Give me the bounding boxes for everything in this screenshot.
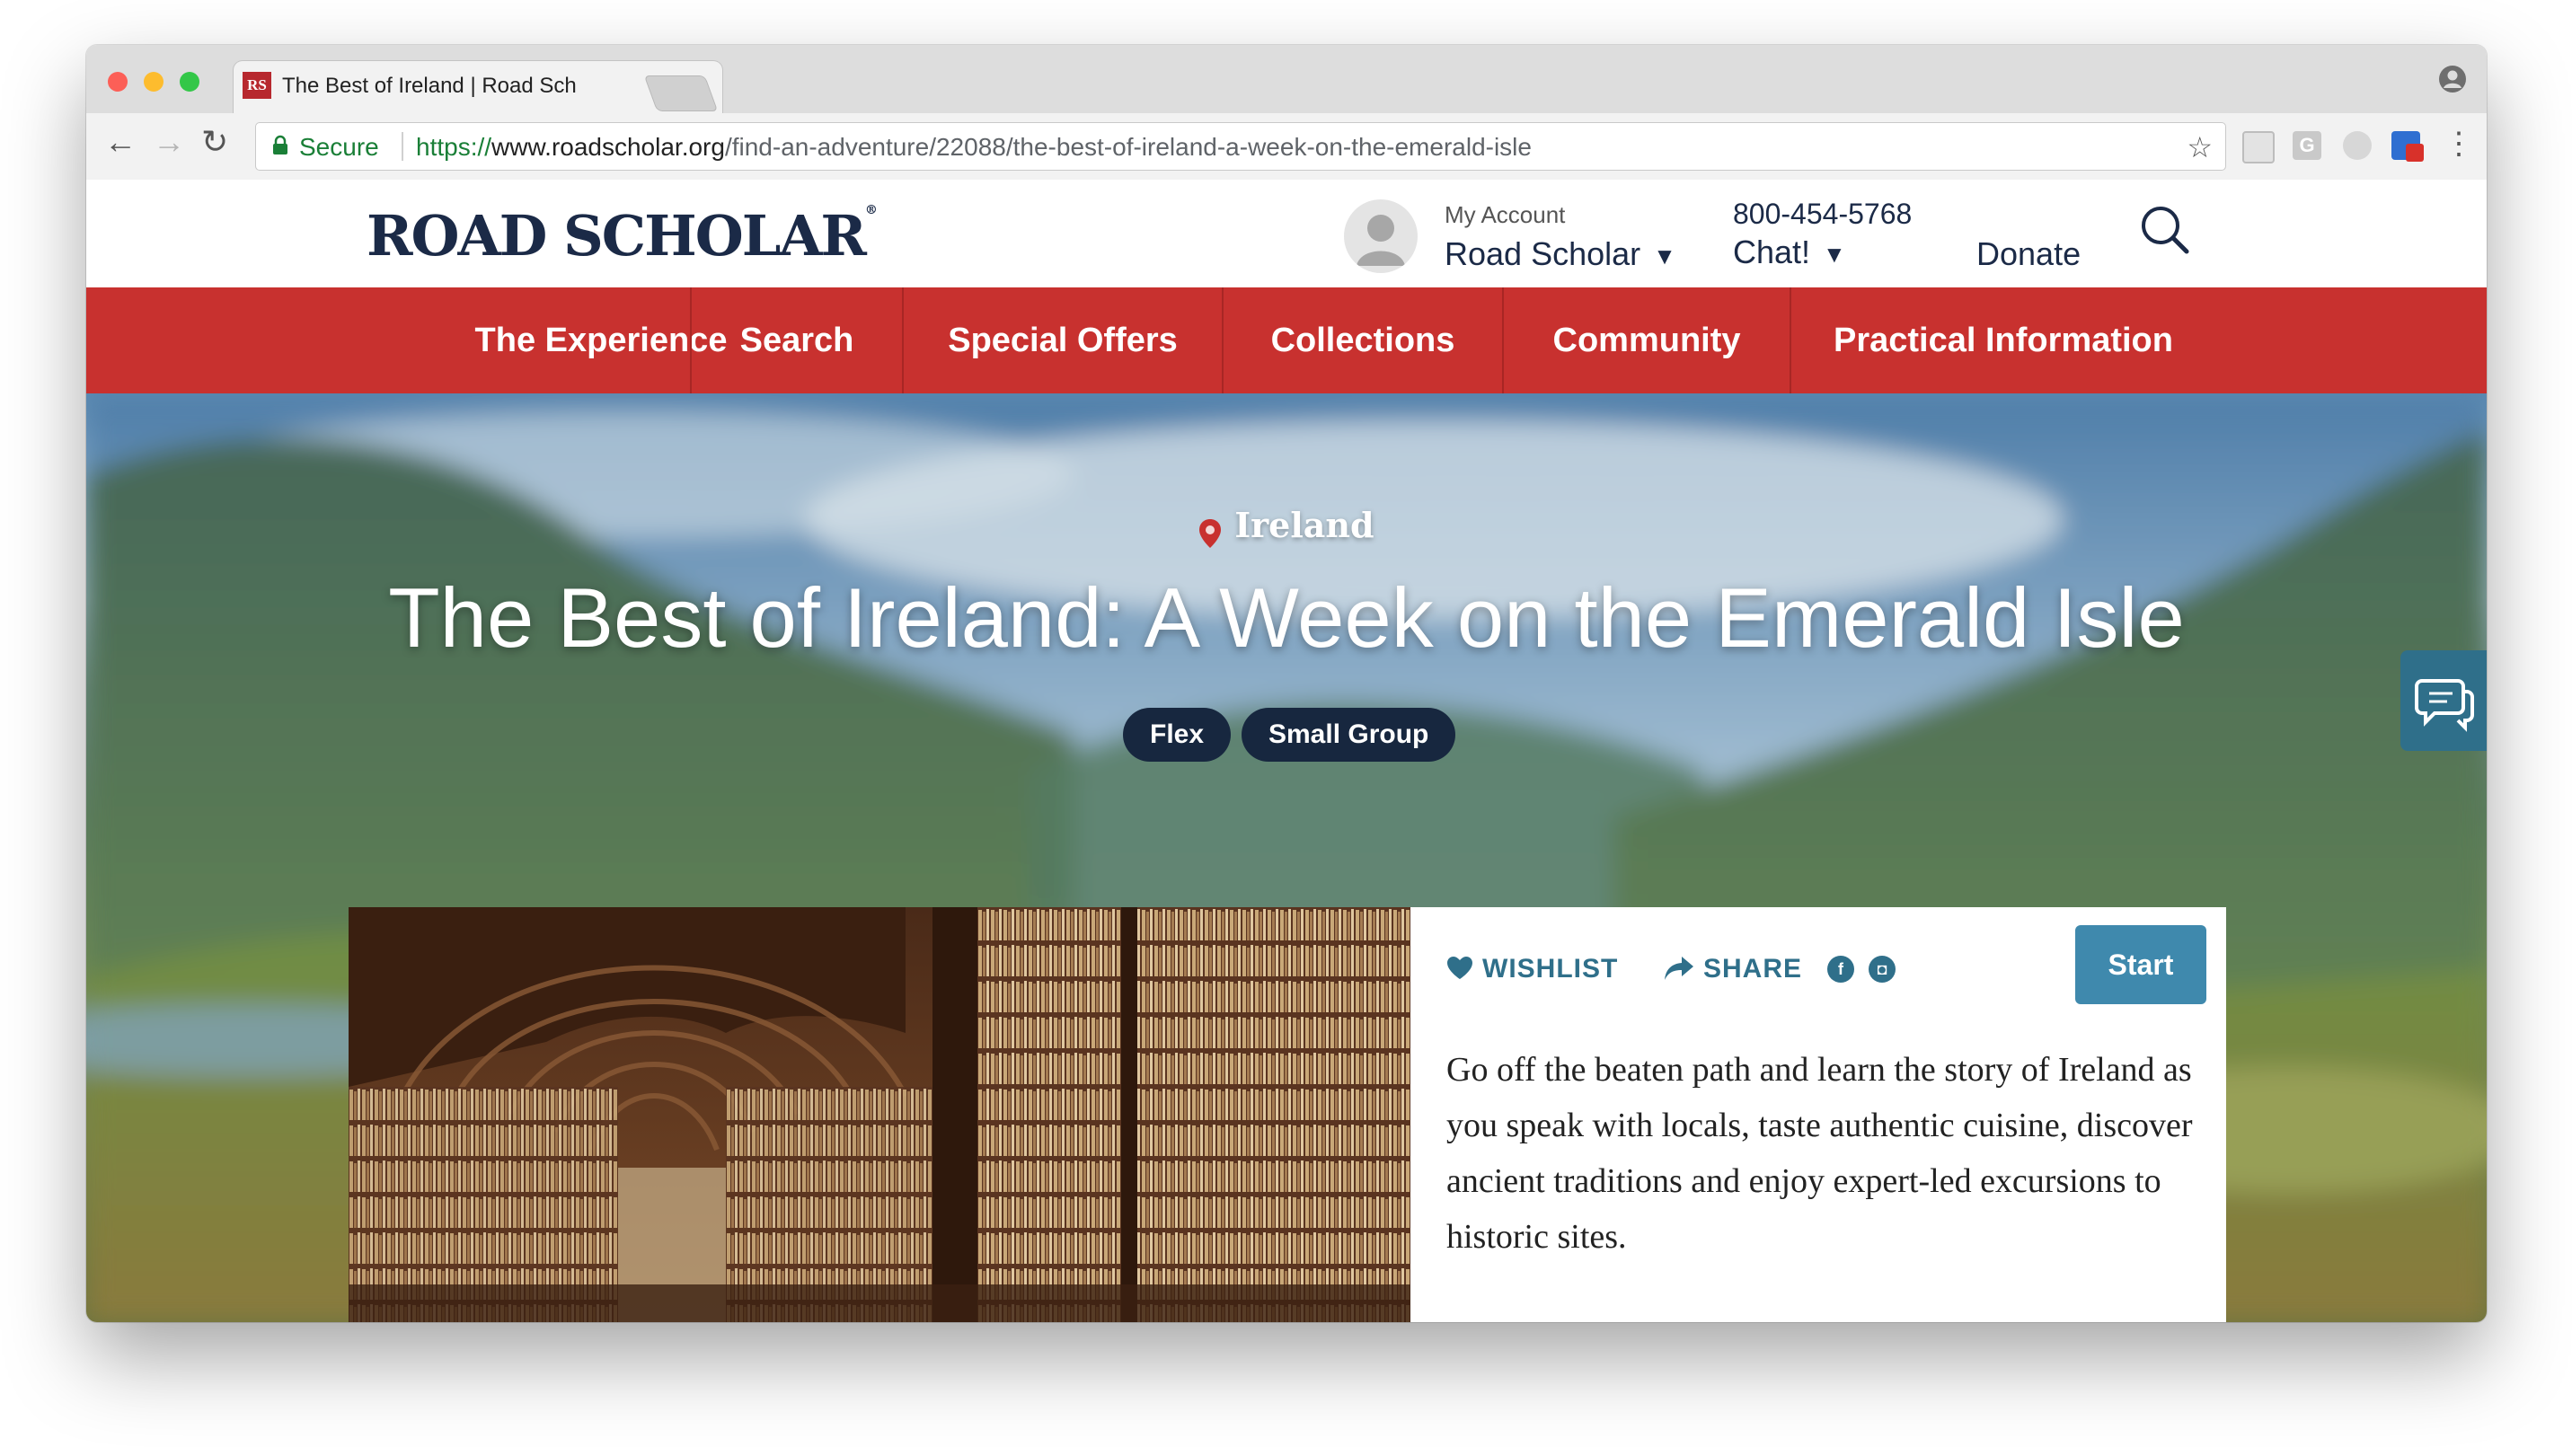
new-tab-button[interactable] [643,75,719,111]
chat-label: Chat! [1733,234,1811,270]
url-scheme: https:// [416,133,492,161]
instagram-icon[interactable]: ◘ [1869,956,1896,983]
my-account-label: My Account [1445,201,1566,228]
heart-icon [1447,957,1472,979]
share-button[interactable]: SHARE [1664,954,1802,984]
share-label: SHARE [1703,954,1803,984]
location-line: Ireland [86,505,2487,549]
browser-window: RS The Best of Ireland | Road Sch × ← → … [86,45,2487,1322]
back-button[interactable]: ← [104,124,137,160]
avatar-silhouette-icon [1357,215,1405,266]
url-host: www.roadscholar.org [491,133,725,161]
share-arrow-icon [1665,957,1693,980]
nav-item-community[interactable]: Community [1504,287,1790,393]
library-photo [349,907,1410,1322]
reload-button[interactable]: ↻ [201,124,228,160]
favicon-icon: RS [243,72,271,99]
profile-icon[interactable] [2438,65,2467,93]
chevron-down-icon: ▼ [1823,240,1846,268]
tag-small-group[interactable]: Small Group [1242,708,1456,762]
search-icon[interactable] [2138,203,2192,257]
phone-number[interactable]: 800-454-5768 [1733,198,1912,231]
logo-text: ROAD SCHOLAR [367,203,867,269]
trip-feature-card: WISHLIST SHARE f ◘ Start Go off the beat… [349,907,2226,1322]
logo-registered-mark: ® [864,203,878,217]
account-name: Road Scholar [1445,235,1641,272]
lock-icon [273,135,287,154]
tab-title: The Best of Ireland | Road Sch [282,74,577,98]
chat-dropdown[interactable]: Chat! ▼ [1733,234,1846,271]
start-button[interactable]: Start [2075,925,2206,1004]
long-room-library-image [349,907,1410,1322]
trip-info-panel: WISHLIST SHARE f ◘ Start Go off the beat… [1410,907,2226,1322]
nav-item-search[interactable]: Search [692,287,902,393]
grammarly-extension-icon[interactable]: G [2293,131,2321,160]
user-avatar-icon[interactable] [1344,199,1418,273]
browser-toolbar: ← → ↻ Secure https://www.roadscholar.org… [86,113,2487,181]
print-extension-icon[interactable] [2242,131,2275,163]
chat-bubbles-icon [2415,679,2474,732]
main-nav: The Experience Search Special Offers Col… [86,287,2487,393]
account-dropdown[interactable]: Road Scholar ▼ [1445,235,1676,273]
wishlist-button[interactable]: WISHLIST [1446,954,1618,984]
forward-button[interactable]: → [153,124,185,160]
url-text[interactable]: https://www.roadscholar.org/find-an-adve… [416,133,1532,162]
tab-strip: RS The Best of Ireland | Road Sch × [86,45,2487,113]
minimize-window-button[interactable] [144,72,164,92]
chat-widget-button[interactable] [2400,650,2487,751]
close-window-button[interactable] [108,72,128,92]
nav-item-collections[interactable]: Collections [1224,287,1502,393]
road-scholar-logo[interactable]: ROAD SCHOLAR® [367,203,878,269]
bookmark-star-icon[interactable]: ☆ [2187,130,2213,164]
secure-label: Secure [299,133,379,161]
blocker-badge-icon [2406,144,2424,162]
address-bar[interactable]: Secure https://www.roadscholar.org/find-… [255,122,2226,171]
location-name[interactable]: Ireland [1234,505,1374,545]
site-header: ROAD SCHOLAR® My Account Road Scholar ▼ 8… [86,180,2487,287]
hero-banner: Ireland The Best of Ireland: A Week on t… [86,393,2487,1322]
browser-menu-icon[interactable]: ⋮ [2444,126,2474,162]
url-path: /find-an-adventure/22088/the-best-of-ire… [724,133,1532,161]
chevron-down-icon: ▼ [1653,242,1676,269]
nav-item-practical-information[interactable]: Practical Information [1791,287,2215,393]
nav-item-special-offers[interactable]: Special Offers [904,287,1222,393]
location-pin-icon [1199,518,1222,548]
donate-link[interactable]: Donate [1976,235,2081,273]
url-separator [402,132,403,161]
page-title: The Best of Ireland: A Week on the Emera… [388,570,2185,665]
tag-flex[interactable]: Flex [1123,708,1232,762]
facebook-icon[interactable]: f [1827,956,1854,983]
circle-extension-icon[interactable] [2343,131,2372,160]
zoom-window-button[interactable] [180,72,199,92]
trip-description: Go off the beaten path and learn the sto… [1446,1051,2193,1256]
wishlist-label: WISHLIST [1482,954,1619,984]
